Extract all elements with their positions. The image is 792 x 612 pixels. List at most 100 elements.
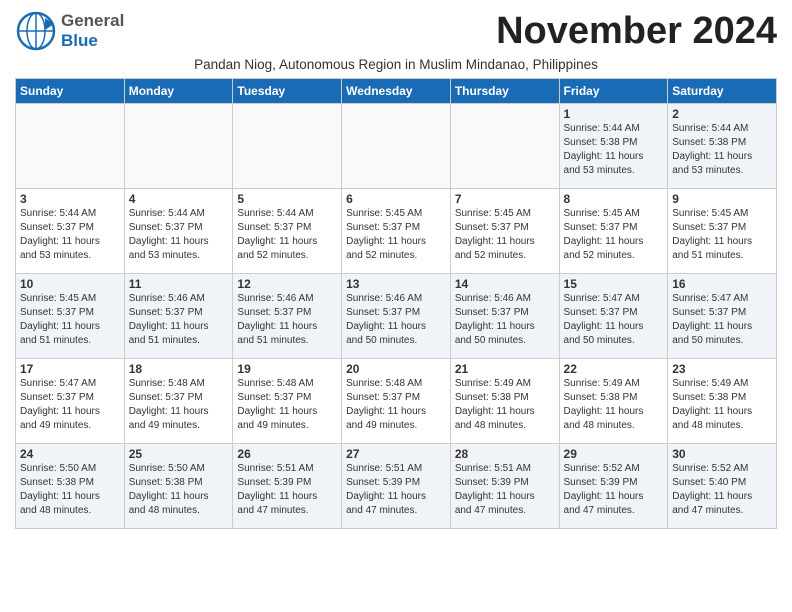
calendar-header-row: SundayMondayTuesdayWednesdayThursdayFrid… — [16, 79, 777, 104]
day-number: 30 — [672, 447, 772, 461]
calendar-cell: 25Sunrise: 5:50 AM Sunset: 5:38 PM Dayli… — [124, 444, 233, 529]
calendar-cell: 6Sunrise: 5:45 AM Sunset: 5:37 PM Daylig… — [342, 189, 451, 274]
day-info: Sunrise: 5:49 AM Sunset: 5:38 PM Dayligh… — [564, 377, 664, 433]
calendar-cell: 9Sunrise: 5:45 AM Sunset: 5:37 PM Daylig… — [668, 189, 777, 274]
calendar-cell — [342, 104, 451, 189]
day-number: 27 — [346, 447, 446, 461]
calendar-cell: 2Sunrise: 5:44 AM Sunset: 5:38 PM Daylig… — [668, 104, 777, 189]
calendar-table: SundayMondayTuesdayWednesdayThursdayFrid… — [15, 78, 777, 529]
calendar-week-row: 1Sunrise: 5:44 AM Sunset: 5:38 PM Daylig… — [16, 104, 777, 189]
day-number: 17 — [20, 362, 120, 376]
day-info: Sunrise: 5:51 AM Sunset: 5:39 PM Dayligh… — [455, 462, 555, 518]
day-info: Sunrise: 5:45 AM Sunset: 5:37 PM Dayligh… — [672, 207, 772, 263]
day-info: Sunrise: 5:52 AM Sunset: 5:39 PM Dayligh… — [564, 462, 664, 518]
calendar-cell: 22Sunrise: 5:49 AM Sunset: 5:38 PM Dayli… — [559, 359, 668, 444]
day-number: 14 — [455, 277, 555, 291]
calendar-cell: 5Sunrise: 5:44 AM Sunset: 5:37 PM Daylig… — [233, 189, 342, 274]
calendar-cell: 23Sunrise: 5:49 AM Sunset: 5:38 PM Dayli… — [668, 359, 777, 444]
day-info: Sunrise: 5:45 AM Sunset: 5:37 PM Dayligh… — [564, 207, 664, 263]
calendar-cell: 7Sunrise: 5:45 AM Sunset: 5:37 PM Daylig… — [450, 189, 559, 274]
day-number: 21 — [455, 362, 555, 376]
day-info: Sunrise: 5:52 AM Sunset: 5:40 PM Dayligh… — [672, 462, 772, 518]
day-info: Sunrise: 5:47 AM Sunset: 5:37 PM Dayligh… — [672, 292, 772, 348]
day-info: Sunrise: 5:45 AM Sunset: 5:37 PM Dayligh… — [455, 207, 555, 263]
calendar-cell — [124, 104, 233, 189]
day-info: Sunrise: 5:46 AM Sunset: 5:37 PM Dayligh… — [346, 292, 446, 348]
calendar-week-row: 10Sunrise: 5:45 AM Sunset: 5:37 PM Dayli… — [16, 274, 777, 359]
logo-text-line2: Blue — [61, 31, 124, 51]
calendar-week-row: 17Sunrise: 5:47 AM Sunset: 5:37 PM Dayli… — [16, 359, 777, 444]
calendar-cell — [450, 104, 559, 189]
day-info: Sunrise: 5:47 AM Sunset: 5:37 PM Dayligh… — [20, 377, 120, 433]
calendar-cell: 26Sunrise: 5:51 AM Sunset: 5:39 PM Dayli… — [233, 444, 342, 529]
day-info: Sunrise: 5:44 AM Sunset: 5:37 PM Dayligh… — [129, 207, 229, 263]
day-of-week-header: Friday — [559, 79, 668, 104]
calendar-cell: 14Sunrise: 5:46 AM Sunset: 5:37 PM Dayli… — [450, 274, 559, 359]
day-number: 26 — [237, 447, 337, 461]
calendar-cell: 4Sunrise: 5:44 AM Sunset: 5:37 PM Daylig… — [124, 189, 233, 274]
calendar-cell: 20Sunrise: 5:48 AM Sunset: 5:37 PM Dayli… — [342, 359, 451, 444]
calendar-cell: 8Sunrise: 5:45 AM Sunset: 5:37 PM Daylig… — [559, 189, 668, 274]
day-number: 19 — [237, 362, 337, 376]
calendar-cell: 24Sunrise: 5:50 AM Sunset: 5:38 PM Dayli… — [16, 444, 125, 529]
calendar-cell: 27Sunrise: 5:51 AM Sunset: 5:39 PM Dayli… — [342, 444, 451, 529]
day-info: Sunrise: 5:50 AM Sunset: 5:38 PM Dayligh… — [20, 462, 120, 518]
day-number: 13 — [346, 277, 446, 291]
calendar-cell: 16Sunrise: 5:47 AM Sunset: 5:37 PM Dayli… — [668, 274, 777, 359]
day-info: Sunrise: 5:48 AM Sunset: 5:37 PM Dayligh… — [237, 377, 337, 433]
calendar-cell — [16, 104, 125, 189]
day-number: 23 — [672, 362, 772, 376]
day-info: Sunrise: 5:49 AM Sunset: 5:38 PM Dayligh… — [672, 377, 772, 433]
day-info: Sunrise: 5:50 AM Sunset: 5:38 PM Dayligh… — [129, 462, 229, 518]
day-number: 9 — [672, 192, 772, 206]
day-number: 15 — [564, 277, 664, 291]
logo: General Blue — [15, 10, 124, 52]
day-info: Sunrise: 5:46 AM Sunset: 5:37 PM Dayligh… — [129, 292, 229, 348]
day-of-week-header: Monday — [124, 79, 233, 104]
calendar-cell: 19Sunrise: 5:48 AM Sunset: 5:37 PM Dayli… — [233, 359, 342, 444]
day-number: 8 — [564, 192, 664, 206]
calendar-week-row: 3Sunrise: 5:44 AM Sunset: 5:37 PM Daylig… — [16, 189, 777, 274]
calendar-cell: 18Sunrise: 5:48 AM Sunset: 5:37 PM Dayli… — [124, 359, 233, 444]
day-of-week-header: Thursday — [450, 79, 559, 104]
day-number: 12 — [237, 277, 337, 291]
day-info: Sunrise: 5:46 AM Sunset: 5:37 PM Dayligh… — [455, 292, 555, 348]
calendar-cell: 21Sunrise: 5:49 AM Sunset: 5:38 PM Dayli… — [450, 359, 559, 444]
day-info: Sunrise: 5:46 AM Sunset: 5:37 PM Dayligh… — [237, 292, 337, 348]
calendar-cell — [233, 104, 342, 189]
day-info: Sunrise: 5:44 AM Sunset: 5:37 PM Dayligh… — [20, 207, 120, 263]
day-info: Sunrise: 5:48 AM Sunset: 5:37 PM Dayligh… — [346, 377, 446, 433]
calendar-subtitle: Pandan Niog, Autonomous Region in Muslim… — [15, 57, 777, 72]
month-title: November 2024 — [496, 10, 777, 53]
calendar-cell: 3Sunrise: 5:44 AM Sunset: 5:37 PM Daylig… — [16, 189, 125, 274]
calendar-week-row: 24Sunrise: 5:50 AM Sunset: 5:38 PM Dayli… — [16, 444, 777, 529]
calendar-cell: 29Sunrise: 5:52 AM Sunset: 5:39 PM Dayli… — [559, 444, 668, 529]
calendar-cell: 1Sunrise: 5:44 AM Sunset: 5:38 PM Daylig… — [559, 104, 668, 189]
day-number: 22 — [564, 362, 664, 376]
day-number: 2 — [672, 107, 772, 121]
day-info: Sunrise: 5:44 AM Sunset: 5:38 PM Dayligh… — [672, 122, 772, 178]
day-info: Sunrise: 5:51 AM Sunset: 5:39 PM Dayligh… — [237, 462, 337, 518]
day-info: Sunrise: 5:45 AM Sunset: 5:37 PM Dayligh… — [346, 207, 446, 263]
logo-text-line1: General — [61, 11, 124, 31]
calendar-cell: 15Sunrise: 5:47 AM Sunset: 5:37 PM Dayli… — [559, 274, 668, 359]
calendar-cell: 10Sunrise: 5:45 AM Sunset: 5:37 PM Dayli… — [16, 274, 125, 359]
day-info: Sunrise: 5:45 AM Sunset: 5:37 PM Dayligh… — [20, 292, 120, 348]
calendar-cell: 11Sunrise: 5:46 AM Sunset: 5:37 PM Dayli… — [124, 274, 233, 359]
day-number: 7 — [455, 192, 555, 206]
day-number: 5 — [237, 192, 337, 206]
day-info: Sunrise: 5:44 AM Sunset: 5:38 PM Dayligh… — [564, 122, 664, 178]
day-number: 29 — [564, 447, 664, 461]
day-number: 16 — [672, 277, 772, 291]
day-number: 11 — [129, 277, 229, 291]
day-number: 4 — [129, 192, 229, 206]
day-info: Sunrise: 5:47 AM Sunset: 5:37 PM Dayligh… — [564, 292, 664, 348]
day-number: 24 — [20, 447, 120, 461]
day-info: Sunrise: 5:48 AM Sunset: 5:37 PM Dayligh… — [129, 377, 229, 433]
day-number: 1 — [564, 107, 664, 121]
day-number: 18 — [129, 362, 229, 376]
calendar-cell: 17Sunrise: 5:47 AM Sunset: 5:37 PM Dayli… — [16, 359, 125, 444]
day-number: 28 — [455, 447, 555, 461]
day-of-week-header: Saturday — [668, 79, 777, 104]
calendar-body: 1Sunrise: 5:44 AM Sunset: 5:38 PM Daylig… — [16, 104, 777, 529]
